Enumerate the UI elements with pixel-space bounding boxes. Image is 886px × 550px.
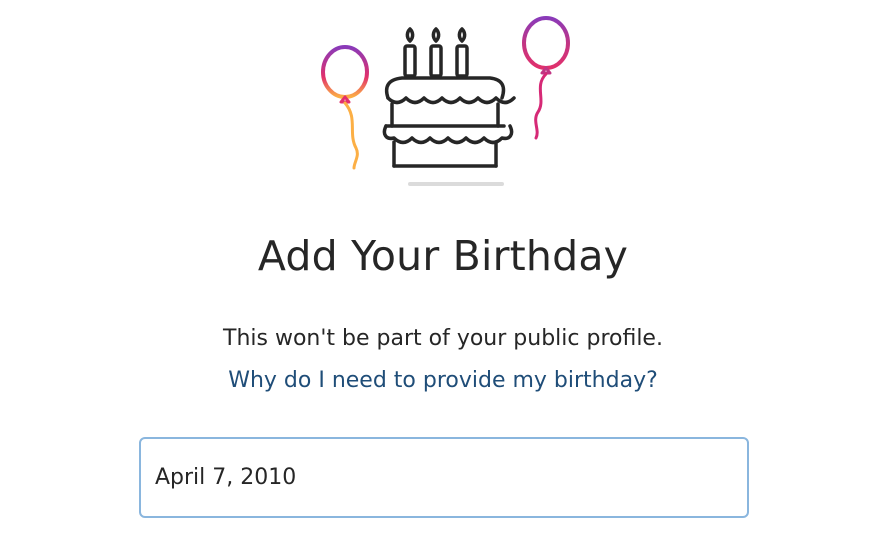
birthday-illustration bbox=[321, 16, 570, 186]
birthday-date-value: April 7, 2010 bbox=[155, 465, 297, 490]
birthday-screen: Add Your Birthday This won't be part of … bbox=[0, 0, 886, 550]
birthday-cake-icon bbox=[382, 27, 516, 168]
privacy-note: This won't be part of your public profil… bbox=[223, 326, 663, 351]
balloon-left-icon bbox=[321, 45, 369, 170]
balloon-right-icon bbox=[522, 16, 570, 140]
page-title: Add Your Birthday bbox=[257, 232, 629, 280]
birthday-date-field[interactable]: April 7, 2010 bbox=[139, 437, 749, 518]
why-birthday-link[interactable]: Why do I need to provide my birthday? bbox=[0, 364, 886, 398]
